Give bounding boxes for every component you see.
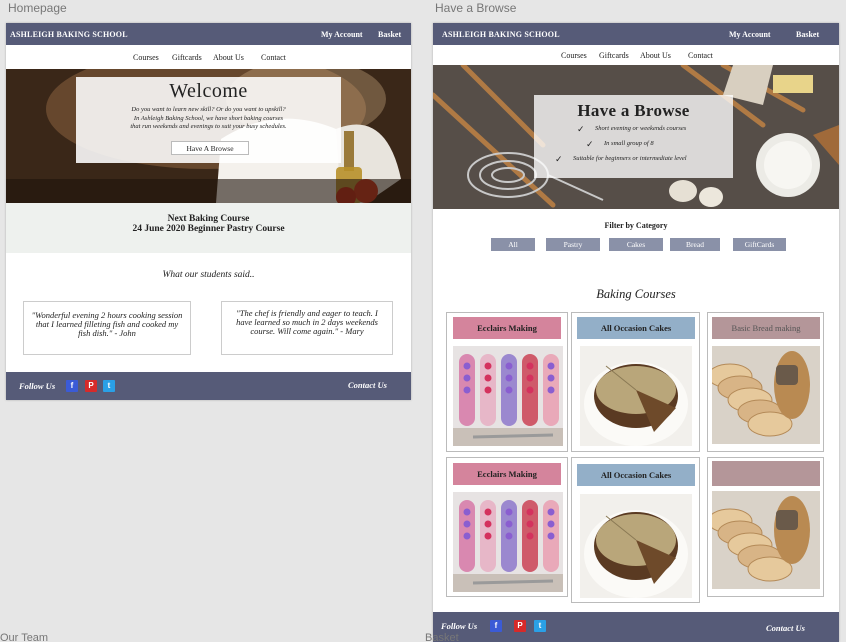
check-icon: ✓: [555, 154, 563, 164]
artboard-label-browse: Have a Browse: [435, 1, 517, 15]
testimonial-card: "Wonderful evening 2 hours cooking sessi…: [23, 301, 191, 355]
course-card[interactable]: All Occasion Cakes: [571, 312, 700, 452]
course-image-cake: [580, 346, 692, 446]
footer: Follow Us f P t Contact Us: [433, 612, 839, 642]
course-image-eclairs: [453, 492, 563, 592]
course-card[interactable]: Basic Bread making: [707, 312, 824, 452]
next-course-banner: Next Baking Course 24 June 2020 Beginner…: [6, 203, 411, 253]
nav-courses[interactable]: Courses: [133, 53, 159, 62]
testimonials-heading: What our students said..: [162, 270, 255, 280]
hero-text-line: Do you want to learn new skill? Or do yo…: [131, 106, 286, 113]
nav-giftcards[interactable]: Giftcards: [172, 53, 202, 62]
nav-about-us[interactable]: About Us: [213, 53, 244, 62]
basket-link[interactable]: Basket: [796, 30, 819, 39]
brand-logo[interactable]: ASHLEIGH BAKING SCHOOL: [10, 30, 128, 39]
course-card[interactable]: Ecclairs Making: [446, 457, 568, 597]
artboard-label-homepage: Homepage: [8, 1, 67, 15]
top-bar: ASHLEIGH BAKING SCHOOL My Account Basket: [433, 23, 839, 45]
browse-artboard: ASHLEIGH BAKING SCHOOL My Account Basket…: [433, 23, 839, 642]
filter-bread-button[interactable]: Bread: [670, 238, 720, 251]
course-card-title[interactable]: All Occasion Cakes: [577, 317, 695, 339]
footer: Follow Us f P t Contact Us: [6, 372, 411, 400]
follow-us-label: Follow Us: [441, 621, 478, 631]
brand-logo[interactable]: ASHLEIGH BAKING SCHOOL: [442, 30, 560, 39]
course-card-title[interactable]: Ecclairs Making: [453, 317, 561, 339]
top-bar: ASHLEIGH BAKING SCHOOL My Account Basket: [6, 23, 411, 45]
course-image-cake: [580, 494, 692, 598]
contact-us-link[interactable]: Contact Us: [348, 380, 387, 390]
courses-heading: Baking Courses: [596, 287, 676, 301]
filter-giftcards-button[interactable]: GiftCards: [733, 238, 786, 251]
hero-text-line: that run weekends and evenings to suit y…: [130, 123, 287, 130]
testimonial-card: "The chef is friendly and eager to teach…: [221, 301, 393, 355]
my-account-link[interactable]: My Account: [729, 30, 771, 39]
have-a-browse-button[interactable]: Have A Browse: [171, 141, 249, 155]
contact-us-link[interactable]: Contact Us: [766, 623, 805, 633]
nav-contact[interactable]: Contact: [688, 51, 713, 60]
twitter-icon[interactable]: t: [534, 620, 546, 632]
filter-pastry-button[interactable]: Pastry: [546, 238, 600, 251]
next-course-detail[interactable]: 24 June 2020 Beginner Pastry Course: [6, 224, 411, 234]
hero-text-line: In Ashleigh Baking School, we have short…: [133, 114, 284, 122]
course-card-title[interactable]: All Occasion Cakes: [577, 464, 695, 486]
course-card-title[interactable]: [712, 461, 820, 486]
course-card-title[interactable]: Basic Bread making: [712, 317, 820, 339]
hero-title: Have a Browse: [577, 101, 690, 120]
filter-heading: Filter by Category: [604, 221, 668, 230]
filter-all-button[interactable]: All: [491, 238, 535, 251]
main-nav: Courses Giftcards About Us Contact: [6, 47, 411, 69]
check-icon: ✓: [586, 139, 594, 149]
basket-link[interactable]: Basket: [378, 30, 401, 39]
hero-banner: Welcome Do you want to learn new skill? …: [6, 69, 411, 203]
artboard-label-our-team: Our Team: [0, 632, 49, 642]
course-image-bread: [712, 346, 820, 444]
pinterest-icon[interactable]: P: [85, 380, 97, 392]
course-card[interactable]: Ecclairs Making: [446, 312, 568, 452]
nav-contact[interactable]: Contact: [261, 53, 286, 62]
main-nav: Courses Giftcards About Us Contact: [433, 45, 839, 67]
artboard-label-basket: Basket: [425, 632, 459, 642]
facebook-icon[interactable]: f: [490, 620, 502, 632]
nav-giftcards[interactable]: Giftcards: [599, 51, 629, 60]
course-card[interactable]: [707, 457, 824, 597]
follow-us-label: Follow Us: [19, 381, 56, 391]
pinterest-icon[interactable]: P: [514, 620, 526, 632]
filter-cakes-button[interactable]: Cakes: [609, 238, 663, 251]
homepage-artboard: ASHLEIGH BAKING SCHOOL My Account Basket…: [6, 23, 411, 400]
nav-about-us[interactable]: About Us: [640, 51, 671, 60]
course-card[interactable]: All Occasion Cakes: [571, 457, 700, 603]
check-icon: ✓: [577, 124, 585, 134]
my-account-link[interactable]: My Account: [321, 30, 363, 39]
course-image-bread: [712, 491, 820, 589]
course-image-eclairs: [453, 346, 563, 446]
facebook-icon[interactable]: f: [66, 380, 78, 392]
twitter-icon[interactable]: t: [103, 380, 115, 392]
hero-title: Welcome: [169, 80, 248, 102]
hero-banner: Have a Browse ✓ Short evening or weekend…: [433, 65, 839, 209]
nav-courses[interactable]: Courses: [561, 51, 587, 60]
next-course-heading: Next Baking Course: [167, 214, 250, 224]
course-card-title[interactable]: Ecclairs Making: [453, 463, 561, 485]
